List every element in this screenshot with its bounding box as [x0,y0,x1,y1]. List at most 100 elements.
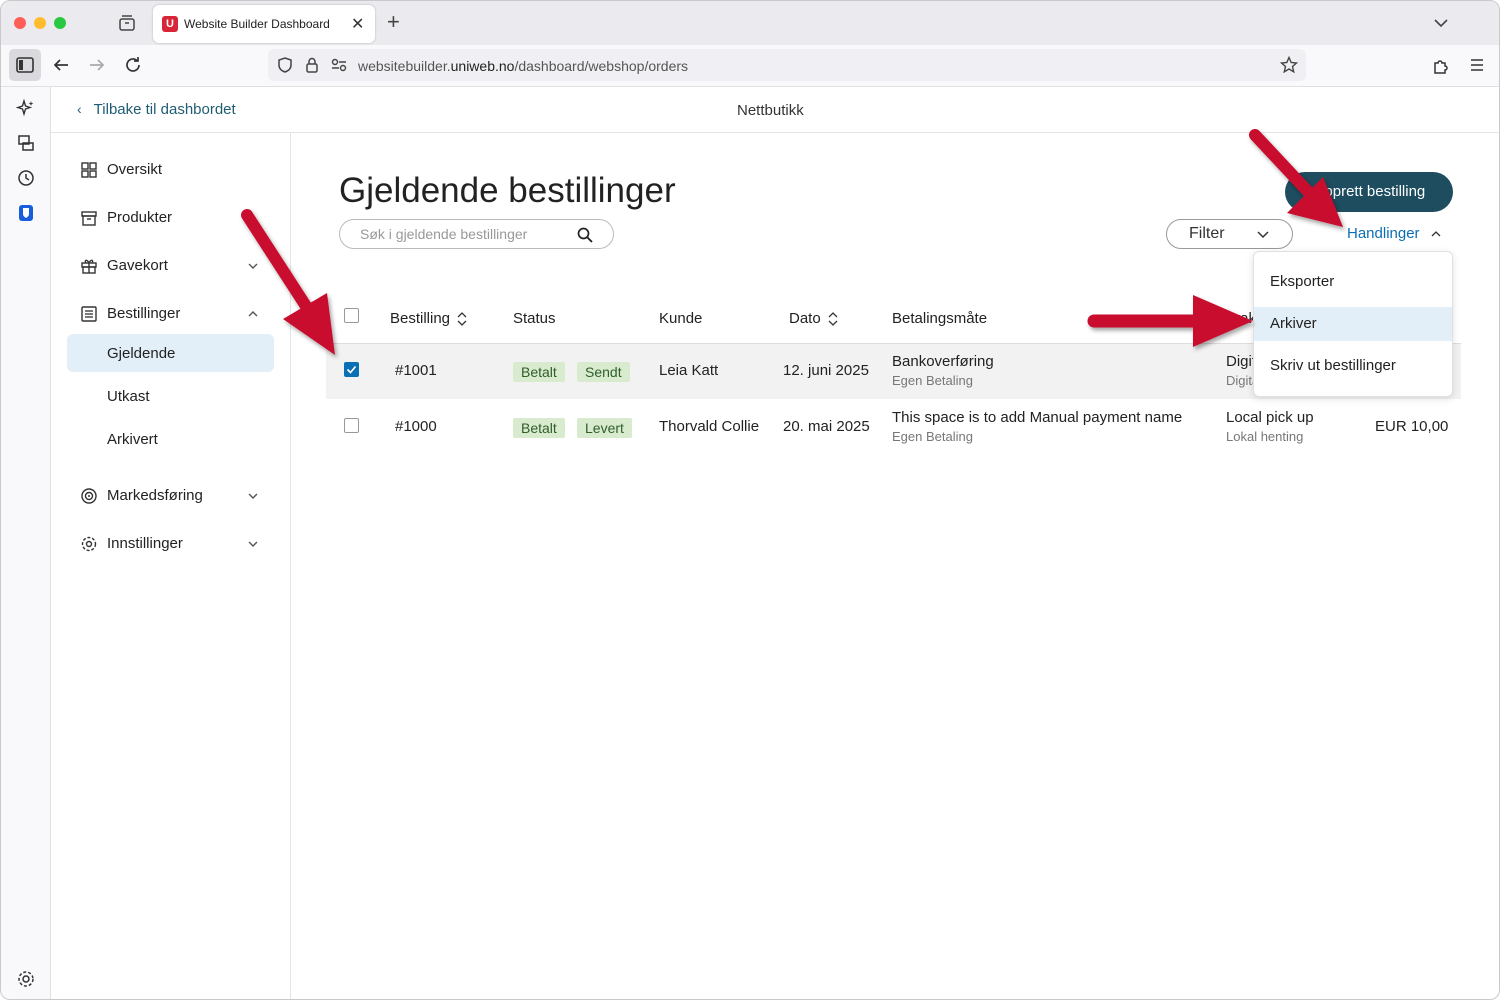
order-number[interactable]: #1000 [395,418,437,435]
menu-item-eksporter[interactable]: Eksporter [1254,265,1452,299]
column-label: Bestilling [390,310,451,327]
customer-name: Thorvald Collie [659,418,760,435]
customer-name: Leia Katt [659,362,719,379]
create-order-button[interactable]: Opprett bestilling [1285,172,1453,212]
browser-sidebar [1,87,51,999]
address-bar[interactable]: websitebuilder.uniweb.no/dashboard/websh… [268,49,1306,81]
app-title: Nettbutikk [737,102,804,119]
tab-title: Website Builder Dashboard [184,17,330,31]
column-header-betalingsmate: Betalingsmåte [892,310,988,327]
sidebar-subitem-label: Utkast [107,388,150,405]
sidebar-item-bestillinger[interactable]: Bestillinger [67,295,274,333]
extensions-icon[interactable] [1431,55,1451,75]
uniweb-favicon-icon: U [162,16,178,32]
sidebar-item-label: Gavekort [107,257,168,274]
tab-close-icon[interactable]: ✕ [351,14,364,34]
url-prefix: websitebuilder. [358,58,451,74]
search-icon[interactable] [576,226,594,244]
ai-sparkle-icon[interactable] [16,98,36,118]
sidebar-toggle-button[interactable] [9,49,41,81]
sidebar-item-produkter[interactable]: Produkter [67,199,274,237]
column-header-status: Status [513,310,556,327]
sidebar-item-label: Oversikt [107,161,163,178]
select-all-checkbox[interactable] [344,308,359,323]
status-badge: Betalt [513,418,565,438]
archive-box-icon [81,211,97,226]
maximize-window-button[interactable] [54,17,66,29]
order-date: 12. juni 2025 [783,362,869,379]
menu-item-label: Eksporter [1270,273,1335,290]
search-placeholder: Søk i gjeldende bestillinger [360,226,528,242]
actions-button[interactable]: Handlinger [1347,225,1442,242]
list-icon [81,306,97,322]
tab-overview-icon[interactable] [117,13,137,33]
minimize-window-button[interactable] [34,17,46,29]
close-window-button[interactable] [14,17,26,29]
target-icon [81,488,97,504]
sidebar-subitem-label: Arkivert [107,431,158,448]
chevron-down-icon [248,493,258,499]
chevron-down-icon[interactable] [1431,13,1451,33]
actions-label: Handlinger [1347,225,1420,242]
sidebar-subitem-utkast[interactable]: Utkast [67,377,274,415]
menu-item-arkiver[interactable]: Arkiver [1254,307,1452,341]
sidebar-item-label: Bestillinger [107,305,181,322]
bitwarden-shield-icon[interactable] [16,203,36,223]
column-label: Dato [789,310,821,327]
sidebar-item-gavekort[interactable]: Gavekort [67,247,274,285]
sidebar-item-innstillinger[interactable]: Innstillinger [67,525,274,563]
sidebar-icon [16,57,34,73]
sidebar-subitem-arkivert[interactable]: Arkivert [67,420,274,458]
payment-method: Bankoverføring [892,353,994,370]
settings-gear-icon[interactable] [16,969,36,989]
row-checkbox[interactable] [344,362,359,377]
search-input[interactable]: Søk i gjeldende bestillinger [339,219,614,249]
history-clock-icon[interactable] [16,168,36,188]
status-badge: Levert [577,418,632,438]
url-text[interactable]: websitebuilder.uniweb.no/dashboard/websh… [358,58,688,74]
table-row[interactable]: #1000 Betalt Levert Thorvald Collie 20. … [326,400,1461,455]
shipping-method: Local pick up [1226,409,1314,426]
grid-icon [81,162,97,178]
back-arrow-icon[interactable] [51,55,71,75]
actions-dropdown-menu: Eksporter Arkiver Skriv ut bestillinger [1253,251,1453,397]
tab-strip: U Website Builder Dashboard ✕ + [1,1,1499,45]
forward-arrow-icon[interactable] [87,55,107,75]
row-checkbox[interactable] [344,418,359,433]
back-to-dashboard-link[interactable]: ‹ Tilbake til dashbordet [77,101,236,118]
new-tab-button[interactable]: + [387,10,400,34]
gift-icon [81,259,97,274]
menu-item-label: Arkiver [1270,315,1317,332]
filter-label: Filter [1189,225,1225,242]
gear-icon [81,536,97,552]
sidebar-item-oversikt[interactable]: Oversikt [67,151,274,189]
menu-icon[interactable] [1467,55,1487,75]
shield-icon[interactable] [276,56,294,74]
order-number[interactable]: #1001 [395,362,437,379]
sidebar-item-label: Produkter [107,209,173,226]
filter-button[interactable]: Filter [1166,219,1293,249]
chevron-left-icon: ‹ [77,101,82,117]
column-header-bestilling[interactable]: Bestilling [390,310,468,327]
sidebar-item-markedsforing[interactable]: Markedsføring [67,477,274,515]
bookmark-star-icon[interactable] [1280,56,1298,74]
sidebar-subitem-gjeldende[interactable]: Gjeldende [67,334,274,372]
lock-icon[interactable] [304,56,320,74]
synced-tabs-icon[interactable] [16,133,36,153]
chevron-down-icon [248,541,258,547]
reload-icon[interactable] [123,55,143,75]
checkmark-icon [346,365,357,374]
sort-icon [457,312,467,326]
sidebar-item-label: Innstillinger [107,535,183,552]
column-header-dato[interactable]: Dato [789,310,839,327]
active-tab[interactable]: U Website Builder Dashboard ✕ [153,5,375,43]
payment-method: This space is to add Manual payment name [892,409,1183,426]
chevron-down-icon [248,263,258,269]
url-domain: uniweb.no [450,58,515,74]
order-total: EUR 10,00 [1375,418,1449,435]
app-header: ‹ Tilbake til dashbordet Nettbutikk [51,87,1499,133]
shipping-subtext: Lokal henting [1226,429,1304,444]
browser-window: U Website Builder Dashboard ✕ + websiteb… [0,0,1500,1000]
menu-item-skriv-ut[interactable]: Skriv ut bestillinger [1254,349,1452,383]
site-permissions-icon[interactable] [330,57,348,73]
